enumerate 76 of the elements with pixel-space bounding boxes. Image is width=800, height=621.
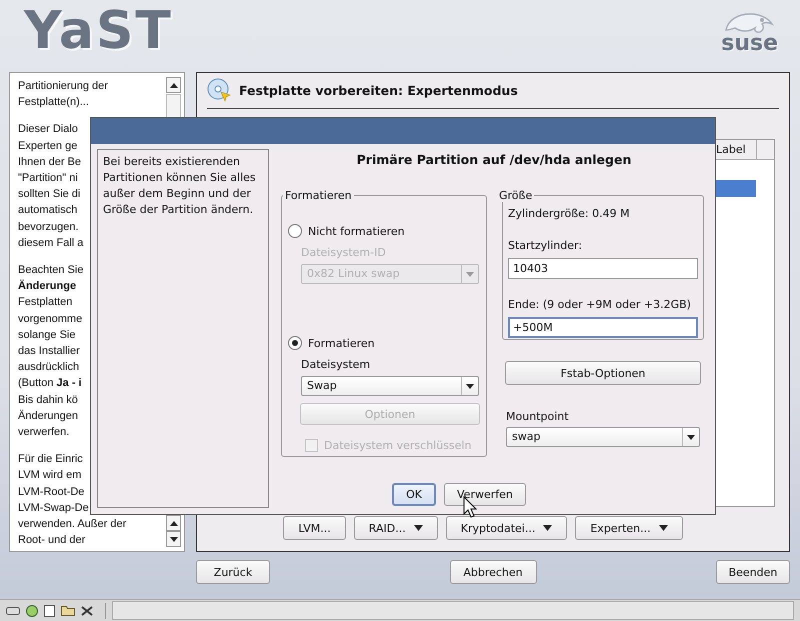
caret-icon: [687, 434, 695, 440]
help-text: Festplatten: [18, 295, 72, 310]
caret-icon: [658, 525, 668, 531]
field-label: Dateisystem-ID: [301, 246, 387, 259]
document-icon[interactable]: [44, 604, 55, 616]
disk-icon: [207, 78, 231, 102]
radio-icon[interactable]: [288, 224, 302, 238]
dialog-button[interactable]: OK: [392, 483, 436, 506]
dialog-heading: Primäre Partition auf /dev/hda anlegen: [356, 152, 632, 167]
scroll-down-icon[interactable]: [166, 531, 181, 547]
radio-label: Formatieren: [308, 336, 375, 350]
dropdown[interactable]: Swap: [301, 376, 479, 396]
app-logo: YaST: [24, 0, 173, 62]
help-text: das Installier: [18, 344, 80, 360]
menu-button[interactable]: RAID...: [354, 516, 438, 540]
tools-icon[interactable]: [81, 604, 93, 616]
help-text: vorgenomme: [18, 312, 82, 327]
dropdown[interactable]: swap: [506, 427, 700, 447]
scroll-up-icon[interactable]: [166, 515, 181, 531]
fstab-options-button[interactable]: Fstab-Optionen: [505, 361, 701, 385]
help-text: LVM-Root-De: [18, 484, 84, 500]
dialog-button[interactable]: Verwerfen: [444, 483, 526, 506]
help-text: (Button Ja - i: [18, 376, 82, 392]
help-text: bevorzugen.: [18, 220, 79, 235]
help-text: Ihnen der Be: [18, 154, 81, 170]
help-text: Partitionierung der: [18, 79, 108, 94]
drive-icon[interactable]: [6, 606, 20, 616]
field-label: Dateisystem: [301, 358, 372, 371]
help-text: Änderunge: [18, 278, 76, 294]
caret-icon: [466, 272, 474, 276]
radio-option[interactable]: Formatieren: [288, 336, 480, 350]
input-field[interactable]: +500M: [508, 317, 698, 338]
menu-button[interactable]: Kryptodatei...: [446, 516, 568, 540]
help-text: Dieser Dialo: [18, 122, 78, 138]
help-text: solange Sie: [18, 328, 76, 343]
menu-button[interactable]: Experten...: [575, 516, 683, 540]
help-text: verwenden. Außer der: [18, 517, 126, 532]
input-field[interactable]: 10403: [508, 258, 698, 279]
help-text: automatisch: [18, 203, 78, 218]
nav-button[interactable]: Zurück: [196, 560, 270, 584]
help-text: Bis dahin kö: [18, 392, 78, 408]
folder-icon[interactable]: [61, 605, 75, 616]
brand-logo: suse: [721, 34, 778, 54]
help-text: sollten Sie di: [18, 187, 80, 202]
help-text: Root- und der: [18, 533, 86, 548]
group-title: Formatieren: [284, 189, 353, 202]
help-text: Für die Einric: [18, 452, 83, 468]
page-title: Festplatte vorbereiten: Expertenmodus: [239, 82, 518, 98]
field-label: Ende: (9 oder +9M oder +3.2GB): [508, 298, 692, 311]
scroll-up-icon[interactable]: [166, 77, 181, 93]
help-text: verwerfen.: [18, 425, 70, 440]
group-title: Größe: [498, 189, 534, 202]
dialog-help-text: Bei bereits existierenden Partitionen können Sie alles außer dem Beginn und der Größe der Partition ändern.: [97, 149, 269, 508]
help-text: "Partition" ni: [18, 171, 78, 186]
globe-icon[interactable]: [26, 604, 38, 616]
nav-button[interactable]: Beenden: [716, 560, 790, 584]
action-button[interactable]: LVM...: [283, 516, 346, 540]
caret-icon: [414, 525, 423, 531]
checkbox-label: Dateisystem verschlüsseln: [324, 439, 472, 452]
help-text: LVM-Swap-De: [18, 500, 89, 516]
help-text: Beachten Sie: [18, 263, 84, 278]
help-text: diesem Fall a: [18, 236, 84, 251]
nav-button[interactable]: Abbrechen: [450, 560, 536, 584]
help-text: Festplatte(n)...: [18, 95, 89, 110]
field-label: Mountpoint: [506, 410, 570, 423]
help-text: LVM wird em: [18, 468, 82, 484]
cylinder-size: Zylindergröße: 0.49 M: [508, 207, 631, 220]
field-label: Startzylinder:: [508, 239, 584, 252]
caret-icon: [543, 525, 552, 531]
help-text: Änderungen: [18, 408, 78, 424]
help-text: Experten ge: [18, 138, 78, 154]
radio-option[interactable]: Nicht formatieren: [288, 224, 480, 238]
caret-icon: [466, 384, 474, 388]
radio-label: Nicht formatieren: [308, 224, 405, 238]
radio-icon[interactable]: [288, 336, 302, 350]
help-text: ausdrücklich: [18, 360, 80, 376]
